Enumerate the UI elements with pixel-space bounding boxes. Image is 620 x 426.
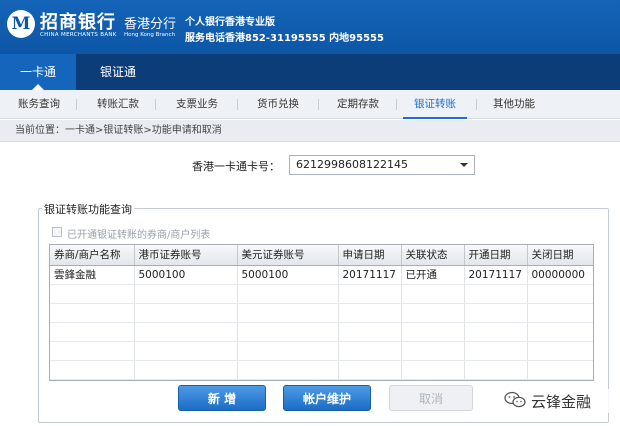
tab-yikatong[interactable]: 一卡通 xyxy=(0,54,76,90)
watermark-text: 云锋金融 xyxy=(531,393,592,411)
column-header-usd-account[interactable]: 美元证券账号 xyxy=(237,245,339,266)
list-checkbox-label: 已开通银证转账的券商/商户列表 xyxy=(67,230,211,241)
subtab-bank-securities[interactable]: 银证转账 xyxy=(403,90,467,119)
tab-divider xyxy=(318,99,319,110)
brand-name-en: CHINA MERCHANTS BANK xyxy=(40,32,117,38)
subtab-fixed-deposit[interactable]: 定期存款 xyxy=(327,90,389,119)
column-header-broker[interactable]: 券商/商户名称 xyxy=(50,245,135,266)
subtab-transfer[interactable]: 转账汇款 xyxy=(88,90,148,119)
main-tab-bar: 一卡通 银证通 xyxy=(0,54,620,90)
subtab-other[interactable]: 其他功能 xyxy=(484,90,544,119)
brand-name-cn: 招商银行 xyxy=(40,12,116,33)
sub-tab-bar: 账务查询 转账汇款 支票业务 货币兑换 定期存款 银证转账 其他功能 xyxy=(0,90,620,119)
table-row-empty xyxy=(50,341,593,361)
tab-divider xyxy=(476,99,477,110)
column-header-hkd-account[interactable]: 港币证券账号 xyxy=(134,245,238,266)
tab-divider xyxy=(237,99,238,110)
list-checkbox[interactable] xyxy=(52,227,62,237)
table-header-row: 券商/商户名称 港币证券账号 美元证券账号 申请日期 关联状态 开通日期 关闭日… xyxy=(50,245,593,266)
tab-yinzhengtong[interactable]: 银证通 xyxy=(80,54,156,90)
table-row-empty xyxy=(50,360,593,380)
table-cell: 20171117 xyxy=(464,265,528,285)
right-gutter xyxy=(609,142,620,426)
tab-divider xyxy=(396,99,397,110)
tab-divider xyxy=(155,99,156,110)
cmb-logo-icon: M xyxy=(7,10,35,38)
table-row-empty xyxy=(50,303,593,323)
column-header-open-date[interactable]: 开通日期 xyxy=(464,245,528,266)
account-maintain-button[interactable]: 帐户维护 xyxy=(283,385,371,411)
subtab-cheque[interactable]: 支票业务 xyxy=(166,90,228,119)
subtab-account-query[interactable]: 账务查询 xyxy=(9,90,69,119)
card-number-label: 香港一卡通卡号： xyxy=(192,160,280,173)
wechat-icon xyxy=(504,391,526,408)
column-header-link-status[interactable]: 关联状态 xyxy=(401,245,465,266)
table-row[interactable]: 雲鋒金融 5000100 5000100 20171117 已开通 201711… xyxy=(50,265,593,285)
column-header-close-date[interactable]: 关闭日期 xyxy=(527,245,593,266)
branch-name-en: Hong Kong Branch xyxy=(124,32,176,38)
add-button[interactable]: 新 增 xyxy=(178,385,266,411)
table-cell: 雲鋒金融 xyxy=(50,265,135,285)
tab-divider xyxy=(76,99,77,110)
column-header-apply-date[interactable]: 申请日期 xyxy=(338,245,402,266)
table-cell: 00000000 xyxy=(527,265,593,285)
table-cell: 20171117 xyxy=(338,265,402,285)
watermark: 云锋金融 xyxy=(504,389,620,413)
table-cell: 已开通 xyxy=(401,265,465,285)
branch-name-cn: 香港分行 xyxy=(124,17,177,32)
table-row-empty xyxy=(50,322,593,342)
table-cell: 5000100 xyxy=(134,265,238,285)
card-number-value: 6212998608122145 xyxy=(296,158,408,171)
fieldset-legend: 银证转账功能查询 xyxy=(42,201,134,217)
cancel-button: 取消 xyxy=(389,385,473,411)
card-number-select[interactable]: 6212998608122145 xyxy=(289,155,475,175)
site-header: M 招商银行 CHINA MERCHANTS BANK 香港分行 Hong Ko… xyxy=(0,0,620,54)
service-hotline: 服务电话香港852-31195555 内地95555 xyxy=(185,33,384,44)
broker-table: 券商/商户名称 港币证券账号 美元证券账号 申请日期 关联状态 开通日期 关闭日… xyxy=(49,244,594,381)
chevron-down-icon xyxy=(460,163,468,167)
table-row-empty xyxy=(50,284,593,304)
breadcrumb: 当前位置：一卡通>银证转账>功能申请和取消 xyxy=(0,120,620,142)
service-tagline: 个人银行香港专业版 xyxy=(185,17,275,28)
table-cell: 5000100 xyxy=(237,265,339,285)
subtab-fx[interactable]: 货币兑换 xyxy=(247,90,309,119)
